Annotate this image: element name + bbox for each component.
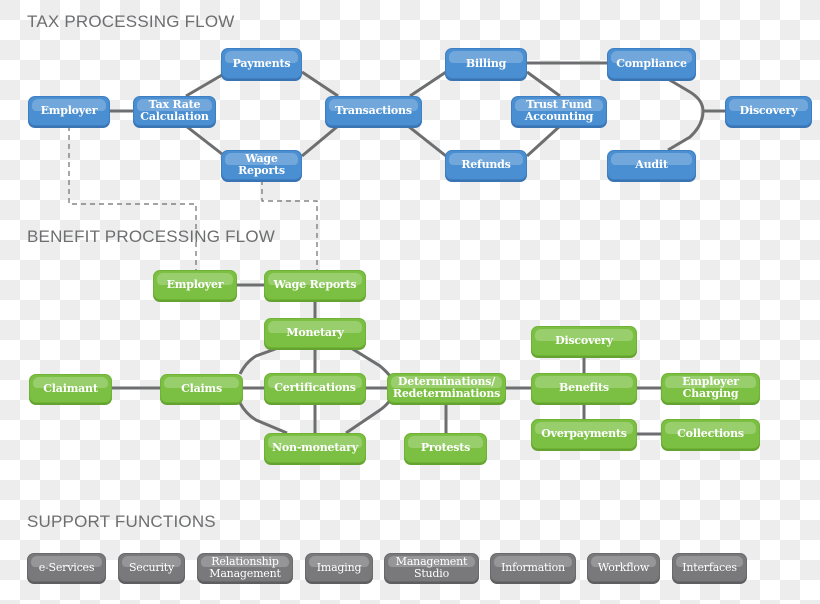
tax-node-payments[interactable]: Payments: [221, 48, 302, 79]
benefit-link-claims-to-monetary: [238, 346, 279, 375]
benefit-link-non-monetary-to-determinations: [345, 399, 392, 435]
tax-link-audit-to-discovery: [667, 110, 705, 152]
benefit-link-monetary-to-determinations: [350, 346, 392, 377]
support-e-services[interactable]: e-Services: [27, 553, 106, 582]
tax-link-billing-to-trust-fund-accounting: [526, 70, 561, 98]
support-information[interactable]: Information: [490, 553, 576, 582]
node-label: Employer Charging: [682, 375, 739, 400]
tax-node-employer[interactable]: Employer: [28, 96, 110, 126]
node-label: Employer: [40, 104, 98, 117]
tax-link-transactions-to-billing: [409, 70, 447, 98]
node-label: Employer: [166, 278, 224, 291]
tax-node-tax-rate-calculation[interactable]: Tax Rate Calculation: [133, 96, 216, 126]
benefit-node-discovery[interactable]: Discovery: [531, 326, 637, 356]
node-label: Transactions: [335, 104, 412, 117]
tax-link-refunds-to-trust-fund-accounting: [525, 124, 562, 158]
node-label: Non-monetary: [272, 441, 358, 454]
tax-node-refunds[interactable]: Refunds: [445, 150, 527, 180]
benefit-node-claims[interactable]: Claims: [160, 374, 243, 403]
tax-link-transactions-to-refunds: [407, 124, 447, 158]
benefit-node-claimant[interactable]: Claimant: [29, 374, 112, 403]
node-label: Collections: [677, 427, 744, 440]
benefit-node-protests[interactable]: Protests: [404, 433, 487, 463]
support-workflow[interactable]: Workflow: [587, 553, 660, 582]
node-label: Compliance: [616, 56, 687, 70]
tax-link-tax-rate-calculation-to-payments: [185, 73, 223, 98]
node-label: Management Studio: [395, 554, 468, 580]
node-label: Refunds: [461, 158, 511, 171]
node-label: Monetary: [286, 326, 344, 339]
node-label: Protests: [420, 441, 471, 454]
tax-node-audit[interactable]: Audit: [607, 150, 696, 180]
tax-link-payments-to-transactions: [301, 70, 339, 98]
node-label: Wage Reports: [238, 152, 285, 177]
benefit-node-employer[interactable]: Employer: [153, 270, 237, 300]
benefit-node-monetary[interactable]: Monetary: [264, 318, 366, 348]
node-label: Security: [128, 560, 175, 574]
support-imaging[interactable]: Imaging: [305, 553, 373, 582]
connector-layer: [68, 61, 725, 436]
node-label: Certifications: [274, 381, 356, 394]
node-label: Trust Fund Accounting: [524, 98, 594, 123]
tax-node-compliance[interactable]: Compliance: [607, 48, 696, 79]
node-label: Audit: [635, 158, 668, 171]
benefit-node-benefits[interactable]: Benefits: [531, 373, 637, 403]
node-label: Relationship Management: [209, 554, 281, 580]
node-label: Workflow: [597, 560, 650, 574]
benefit-link-claims-to-non-monetary: [238, 402, 288, 435]
support-management-studio[interactable]: Management Studio: [384, 553, 479, 582]
benefit-node-determinations[interactable]: Determinations/ Redeterminations: [387, 373, 506, 403]
dashed-link-tax-employer-to-benefit-employer: [68, 126, 197, 270]
node-label: Wage Reports: [273, 278, 357, 291]
node-label: Overpayments: [541, 427, 627, 440]
tax-link-compliance-to-discovery: [667, 77, 725, 113]
support-security[interactable]: Security: [118, 553, 185, 582]
node-label: Payments: [232, 56, 291, 70]
node-label: Imaging: [316, 560, 362, 574]
node-label: e-Services: [38, 560, 95, 574]
tax-node-wage-reports[interactable]: Wage Reports: [221, 150, 302, 180]
node-label: Billing: [465, 56, 507, 70]
node-label: Claimant: [43, 381, 98, 395]
tax-link-tax-rate-calculation-to-wage-reports: [185, 124, 223, 156]
benefit-node-certifications[interactable]: Certifications: [264, 373, 366, 403]
benefit-node-non-monetary[interactable]: Non-monetary: [264, 433, 366, 463]
node-label: Interfaces: [682, 560, 737, 574]
benefit-node-overpayments[interactable]: Overpayments: [531, 419, 637, 449]
benefit-node-collections[interactable]: Collections: [661, 419, 760, 449]
node-label: Tax Rate Calculation: [140, 98, 209, 123]
tax-node-discovery[interactable]: Discovery: [725, 96, 812, 126]
benefit-node-wage-reports[interactable]: Wage Reports: [264, 270, 366, 300]
support-relationship-management[interactable]: Relationship Management: [197, 553, 293, 582]
node-label: Claims: [181, 381, 222, 395]
tax-node-trust-fund-accounting[interactable]: Trust Fund Accounting: [511, 96, 607, 126]
tax-node-billing[interactable]: Billing: [445, 48, 527, 79]
tax-link-wage-reports-to-transactions: [301, 124, 339, 158]
node-label: Discovery: [555, 334, 613, 347]
node-label: Determinations/ Redeterminations: [392, 375, 501, 400]
tax-node-transactions[interactable]: Transactions: [325, 96, 422, 126]
dashed-link-tax-wage-reports-to-benefit-wage-reports: [261, 180, 318, 270]
node-label: Benefits: [559, 381, 609, 394]
support-interfaces[interactable]: Interfaces: [672, 553, 747, 582]
benefit-node-employer-charging[interactable]: Employer Charging: [661, 373, 760, 403]
node-label: Information: [501, 560, 565, 574]
node-label: Discovery: [739, 104, 798, 117]
